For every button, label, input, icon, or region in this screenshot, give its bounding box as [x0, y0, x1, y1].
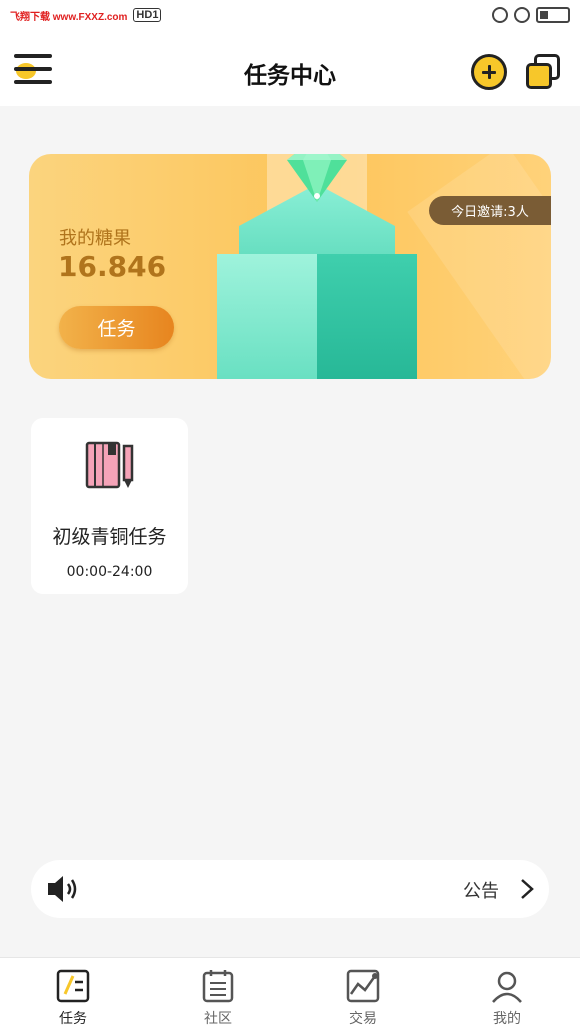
status-left: 飞翔下载 www.FXXZ.com HD1: [10, 8, 162, 23]
hd-sub: 1: [152, 9, 159, 21]
lock-rotation-icon: [492, 7, 508, 23]
profile-icon: [492, 971, 522, 1003]
tab-community[interactable]: 社区: [163, 958, 273, 1031]
candy-label: 我的糖果: [59, 228, 131, 249]
battery-icon: [536, 7, 570, 23]
book-pencil-icon: [85, 441, 134, 489]
tab-task[interactable]: 任务: [18, 958, 128, 1031]
copy-icon-front: [526, 63, 552, 89]
copy-button[interactable]: [524, 54, 562, 92]
hd-indicator: HD1: [133, 8, 162, 22]
bottom-tab-bar: 任务 社区 交易 我的: [0, 957, 580, 1031]
tab-community-label: 社区: [204, 1011, 232, 1027]
tab-task-label: 任务: [59, 1011, 87, 1027]
calendar-icon: [202, 970, 234, 1003]
tab-profile-label: 我的: [493, 1011, 521, 1027]
tab-trade-label: 交易: [349, 1011, 377, 1027]
status-bar: 飞翔下载 www.FXXZ.com HD1: [0, 0, 580, 30]
task-time: 00:00-24:00: [66, 564, 153, 580]
gem-icon: [287, 154, 347, 202]
invite-badge: 今日邀请:3人: [429, 196, 551, 225]
tab-profile[interactable]: 我的: [452, 958, 562, 1031]
add-button[interactable]: [471, 54, 507, 90]
cube-left-face: [217, 254, 317, 379]
tab-trade[interactable]: 交易: [308, 958, 418, 1031]
hd-label: HD: [136, 9, 153, 21]
banner-stripe: [407, 154, 551, 379]
task-card[interactable]: 初级青铜任务 00:00-24:00: [31, 418, 188, 594]
chart-icon: [346, 969, 380, 1003]
speaker-icon: [48, 876, 77, 902]
task-icon: [56, 969, 90, 1003]
header: 任务中心: [0, 30, 580, 106]
watermark-text: 飞翔下载 www.FXXZ.com: [10, 11, 128, 23]
cube-right-face: [317, 254, 417, 379]
chevron-right-icon: [521, 879, 534, 899]
alarm-icon: [514, 7, 530, 23]
status-right: [492, 7, 570, 23]
task-button[interactable]: 任务: [59, 306, 174, 349]
notice-bar[interactable]: 公告: [31, 860, 549, 918]
candy-banner: 我的糖果 16.846 任务 今日邀请:3人: [29, 154, 551, 379]
task-title: 初级青铜任务: [52, 526, 167, 548]
candy-value: 16.846: [58, 250, 167, 283]
notice-label: 公告: [463, 881, 499, 902]
